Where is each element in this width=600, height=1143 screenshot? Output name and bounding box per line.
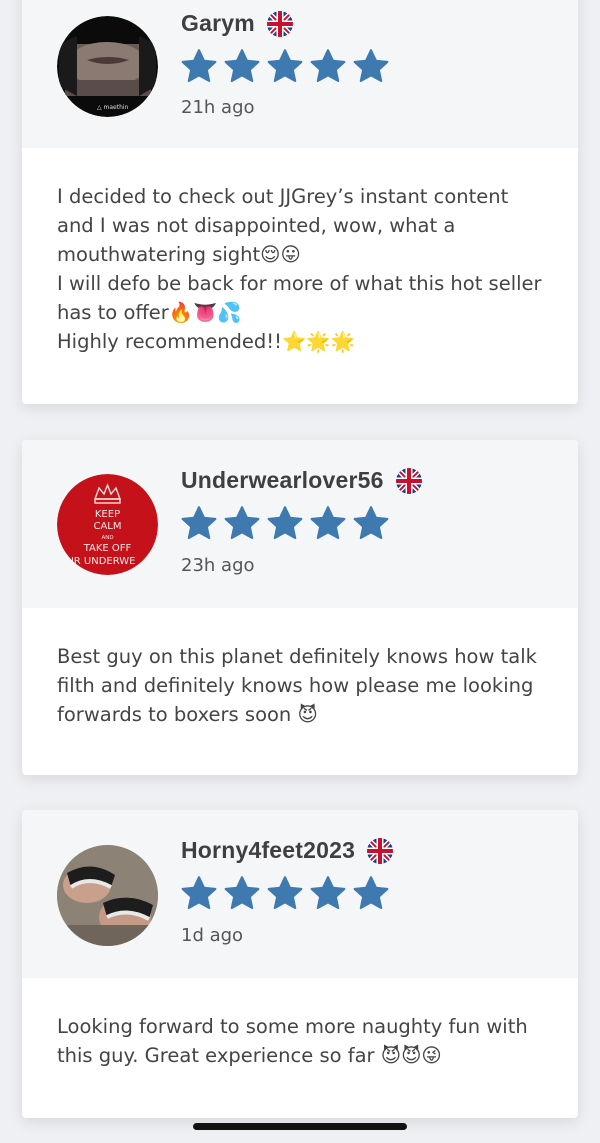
review-body: I decided to check out JJGrey’s instant …: [22, 148, 578, 356]
star-rating: [181, 505, 389, 541]
star-rating: [181, 875, 389, 911]
username[interactable]: Underwearlover56: [181, 467, 422, 494]
star-icon: [267, 49, 303, 83]
review-header: Horny4feet2023 1d ago: [22, 810, 578, 978]
star-icon: [224, 49, 260, 83]
review-time: 1d ago: [181, 925, 244, 946]
review-body: Best guy on this planet definitely knows…: [22, 608, 578, 729]
avatar-text: UR UNDERWE: [66, 556, 135, 567]
review-time: 23h ago: [181, 555, 255, 576]
star-icon: [224, 876, 260, 910]
star-icon: [310, 876, 346, 910]
avatar-text: KEEP: [95, 509, 120, 520]
uk-flag-icon: [266, 10, 293, 37]
review-card: KEEP CALM AND TAKE OFF UR UNDERWE Underw…: [22, 440, 578, 775]
avatar-text: CALM: [93, 521, 121, 532]
uk-flag-icon: [395, 467, 422, 494]
review-card: Horny4feet2023 1d ago Looking forward to…: [22, 810, 578, 1118]
star-icon: [267, 876, 303, 910]
uk-flag-icon: [367, 837, 394, 864]
review-header: △ maethin Garym 21h ago: [22, 0, 578, 148]
username[interactable]: Horny4feet2023: [181, 837, 394, 864]
review-header: KEEP CALM AND TAKE OFF UR UNDERWE Underw…: [22, 440, 578, 608]
username[interactable]: Garym: [181, 10, 293, 37]
review-card: △ maethin Garym 21h ago I decided to che…: [22, 0, 578, 404]
home-indicator[interactable]: [193, 1123, 407, 1130]
avatar-keep-calm-icon[interactable]: KEEP CALM AND TAKE OFF UR UNDERWE: [57, 474, 158, 575]
svg-text:△ maethin: △ maethin: [97, 104, 129, 111]
star-rating: [181, 48, 389, 84]
star-icon: [353, 49, 389, 83]
star-icon: [310, 49, 346, 83]
star-icon: [310, 506, 346, 540]
star-icon: [181, 876, 217, 910]
review-text: Looking forward to some more naughty fun…: [57, 1015, 534, 1067]
review-time: 21h ago: [181, 97, 255, 118]
review-text: I decided to check out JJGrey’s instant …: [57, 185, 542, 353]
review-text: Best guy on this planet definitely knows…: [57, 645, 544, 726]
star-icon: [181, 506, 217, 540]
star-icon: [224, 506, 260, 540]
star-icon: [181, 49, 217, 83]
avatar-photo-face-icon[interactable]: △ maethin: [57, 16, 158, 117]
star-icon: [353, 506, 389, 540]
avatar-photo-feet-icon[interactable]: [57, 845, 158, 946]
avatar-text: AND: [101, 535, 113, 541]
star-icon: [267, 506, 303, 540]
star-icon: [353, 876, 389, 910]
review-body: Looking forward to some more naughty fun…: [22, 978, 578, 1070]
avatar-text: TAKE OFF: [83, 543, 132, 554]
